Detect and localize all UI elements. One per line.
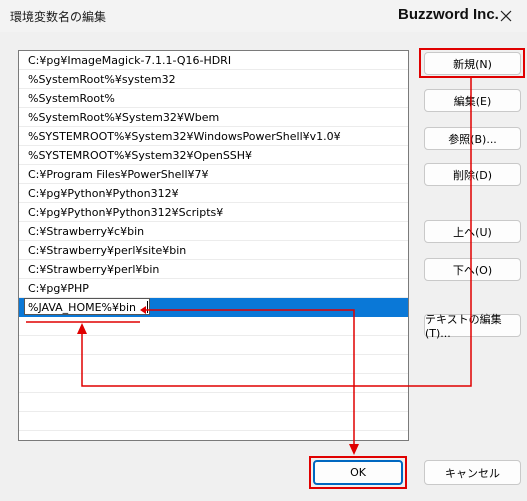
list-item[interactable]: C:¥Strawberry¥perl¥bin: [19, 260, 408, 279]
brand-label: Buzzword Inc.: [398, 6, 499, 23]
empty-row: [19, 336, 408, 355]
list-item[interactable]: %SYSTEMROOT%¥System32¥OpenSSH¥: [19, 146, 408, 165]
move-up-button[interactable]: 上へ(U): [424, 220, 521, 243]
title-bar: 環境変数名の編集 Buzzword Inc.: [0, 0, 527, 32]
list-item[interactable]: %SystemRoot%¥system32: [19, 70, 408, 89]
path-edit-field[interactable]: %JAVA_HOME%¥bin: [24, 298, 150, 315]
empty-row: [19, 374, 408, 393]
list-item[interactable]: C:¥Program Files¥PowerShell¥7¥: [19, 165, 408, 184]
list-item[interactable]: %SystemRoot%¥System32¥Wbem: [19, 108, 408, 127]
list-item-selected[interactable]: %JAVA_HOME%¥bin: [19, 298, 408, 317]
list-item[interactable]: C:¥Strawberry¥perl¥site¥bin: [19, 241, 408, 260]
cancel-button[interactable]: キャンセル: [424, 460, 521, 485]
list-item[interactable]: C:¥pg¥Python¥Python312¥: [19, 184, 408, 203]
ok-button[interactable]: OK: [313, 460, 403, 485]
move-down-button[interactable]: 下へ(O): [424, 258, 521, 281]
path-list[interactable]: C:¥pg¥ImageMagick-7.1.1-Q16-HDRI %System…: [18, 50, 409, 441]
edit-text-button[interactable]: テキストの編集(T)...: [424, 313, 521, 340]
browse-button[interactable]: 参照(B)...: [424, 127, 521, 150]
list-item[interactable]: C:¥pg¥ImageMagick-7.1.1-Q16-HDRI: [19, 51, 408, 70]
list-item[interactable]: C:¥pg¥Python¥Python312¥Scripts¥: [19, 203, 408, 222]
empty-row: [19, 317, 408, 336]
empty-row: [19, 393, 408, 412]
empty-row: [19, 412, 408, 431]
close-icon: [500, 10, 512, 22]
list-item[interactable]: %SYSTEMROOT%¥System32¥WindowsPowerShell¥…: [19, 127, 408, 146]
new-button[interactable]: 新規(N): [424, 52, 521, 75]
close-button[interactable]: [494, 4, 518, 28]
window-title: 環境変数名の編集: [10, 10, 107, 24]
text-caret: [147, 301, 148, 313]
list-item[interactable]: C:¥Strawberry¥c¥bin: [19, 222, 408, 241]
arrowhead-down: [349, 444, 359, 455]
delete-button[interactable]: 削除(D): [424, 163, 521, 186]
empty-row: [19, 355, 408, 374]
list-item[interactable]: %SystemRoot%: [19, 89, 408, 108]
list-item[interactable]: C:¥pg¥PHP: [19, 279, 408, 298]
edit-button[interactable]: 編集(E): [424, 89, 521, 112]
